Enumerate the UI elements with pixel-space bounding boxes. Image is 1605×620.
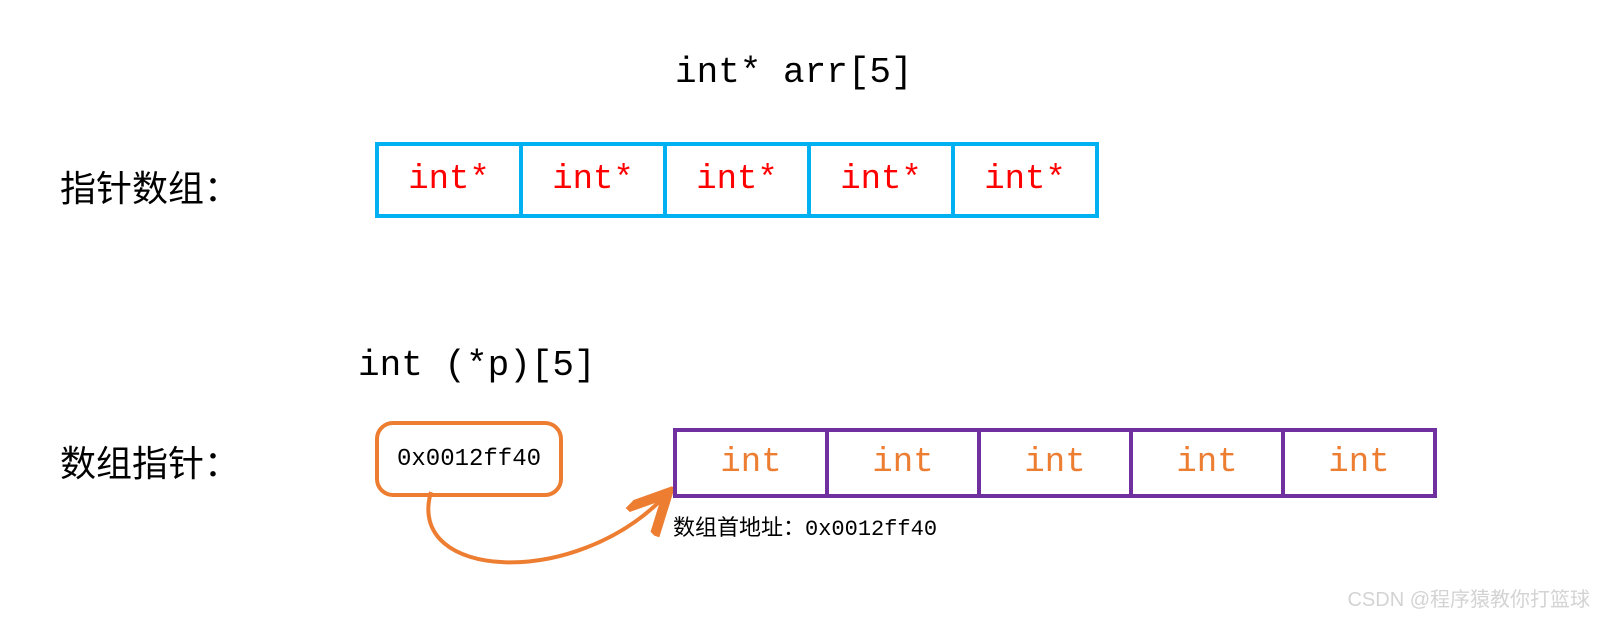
array-cell: int [977, 428, 1133, 498]
array-cell: int* [375, 142, 523, 218]
int-array-row: int int int int int [673, 428, 1437, 498]
watermark: CSDN @程序猿教你打篮球 [1347, 583, 1590, 612]
pointer-array-row: int* int* int* int* int* [375, 142, 1099, 218]
arrow-icon [375, 480, 695, 590]
label-array-pointer: 数组指针： [60, 435, 240, 487]
array-cell: int* [663, 142, 811, 218]
array-cell: int [1129, 428, 1285, 498]
array-cell: int [673, 428, 829, 498]
array-cell: int* [807, 142, 955, 218]
array-cell: int* [951, 142, 1099, 218]
declaration-array-pointer: int (*p)[5] [358, 345, 596, 386]
label-pointer-array: 指针数组： [60, 160, 240, 212]
caption-prefix: 数组首地址： [673, 515, 805, 540]
array-cell: int [1281, 428, 1437, 498]
caption-first-address: 数组首地址：0x0012ff40 [673, 510, 937, 542]
declaration-pointer-array: int* arr[5] [675, 52, 913, 93]
caption-value: 0x0012ff40 [805, 517, 937, 542]
array-cell: int [825, 428, 981, 498]
array-cell: int* [519, 142, 667, 218]
